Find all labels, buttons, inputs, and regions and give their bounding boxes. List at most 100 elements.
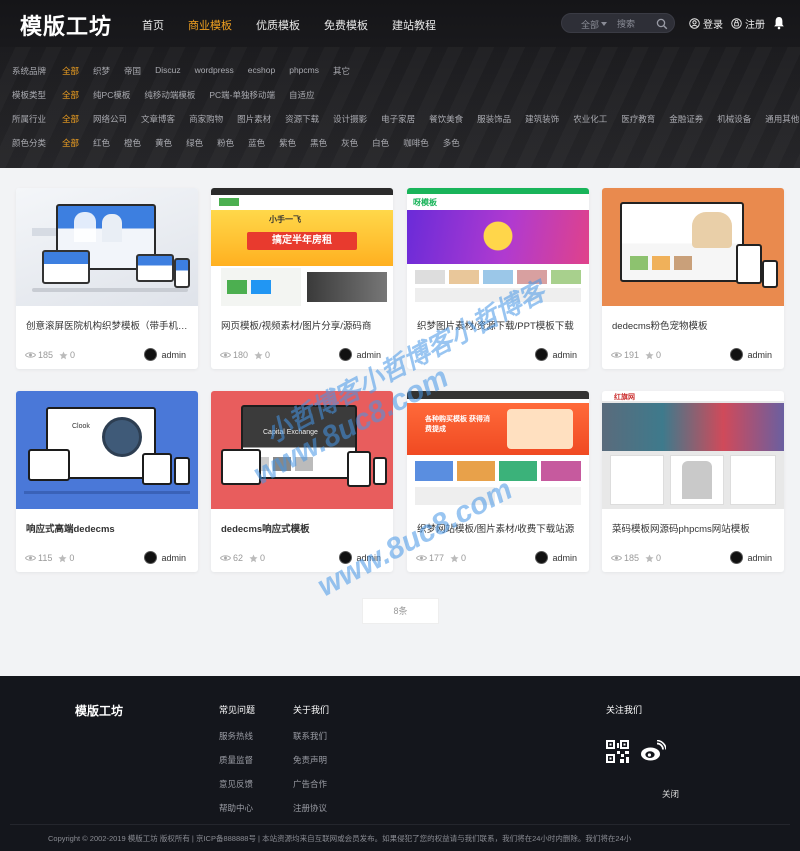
template-card[interactable]: 创意滚屏医院机构织梦模板（带手机端） 185 0 admin — [16, 188, 198, 369]
search-scope-select[interactable]: 全部 — [581, 18, 599, 31]
card-title[interactable]: 网页模板/视频素材/图片分享/源码商 — [221, 318, 385, 332]
filter-option[interactable]: 帝国 — [124, 65, 141, 77]
template-thumbnail[interactable]: Capital Exchange — [211, 391, 393, 509]
filter-option[interactable]: 全部 — [62, 65, 79, 77]
filter-option[interactable]: 粉色 — [217, 137, 234, 149]
filter-option[interactable]: 通用其他 — [765, 113, 799, 125]
footer-link[interactable]: 广告合作 — [293, 778, 329, 790]
filter-option[interactable]: 白色 — [372, 137, 389, 149]
template-card[interactable]: 呀模板 织梦图片素材/资源下载/PPT模板下载 admin — [407, 188, 589, 369]
filter-option[interactable]: 商家购物 — [189, 113, 223, 125]
template-thumbnail[interactable]: 小手一飞 搞定半年房租 — [211, 188, 393, 306]
footer-link[interactable]: 服务热线 — [219, 730, 255, 742]
filter-option[interactable]: 金融证券 — [669, 113, 703, 125]
template-card[interactable]: dedecms粉色宠物模板 191 0 admin — [602, 188, 784, 369]
filter-option[interactable]: 网络公司 — [93, 113, 127, 125]
filter-option[interactable]: 餐饮美食 — [429, 113, 463, 125]
filter-option[interactable]: 资源下载 — [285, 113, 319, 125]
footer-link[interactable]: 免责声明 — [293, 754, 329, 766]
search-input[interactable] — [617, 17, 657, 30]
card-author[interactable]: admin — [730, 551, 772, 564]
filter-option[interactable]: 自适应 — [289, 89, 315, 101]
footer-link[interactable]: 注册协议 — [293, 802, 329, 814]
qr-code-icon[interactable] — [606, 740, 629, 763]
template-card[interactable]: 小手一飞 搞定半年房租 网页模板/视频素材/图片分享/源码商 180 0 adm… — [211, 188, 393, 369]
filter-option[interactable]: 织梦 — [93, 65, 110, 77]
site-logo[interactable]: 模版工坊 — [20, 9, 112, 41]
filter-option[interactable]: 其它 — [333, 65, 350, 77]
card-author[interactable]: admin — [144, 348, 186, 361]
template-card[interactable]: 红旗网 菜码模板网源码phpcms网站模板 185 0 admin — [602, 391, 784, 572]
card-author[interactable]: admin — [535, 551, 577, 564]
pagination-count[interactable]: 8条 — [362, 598, 439, 624]
search-icon[interactable] — [656, 18, 668, 30]
footer-logo[interactable]: 模版工坊 — [75, 702, 123, 719]
filter-option[interactable]: 纯移动端模板 — [144, 89, 195, 101]
filter-option[interactable]: 农业化工 — [573, 113, 607, 125]
template-thumbnail[interactable]: 红旗网 — [602, 391, 784, 509]
template-thumbnail[interactable] — [602, 188, 784, 306]
filter-option[interactable]: 绿色 — [186, 137, 203, 149]
card-author[interactable]: admin — [339, 551, 381, 564]
filter-option[interactable]: 灰色 — [341, 137, 358, 149]
card-title[interactable]: dedecms响应式模板 — [221, 521, 385, 535]
nav-tutorials[interactable]: 建站教程 — [392, 17, 436, 33]
footer-link[interactable]: 帮助中心 — [219, 802, 255, 814]
footer-link[interactable]: 意见反馈 — [219, 778, 255, 790]
nav-quality-templates[interactable]: 优质模板 — [256, 17, 300, 33]
bell-icon[interactable] — [773, 16, 785, 30]
filter-option[interactable]: 全部 — [62, 113, 79, 125]
card-title[interactable]: 响应式高端dedecms — [26, 521, 190, 535]
close-button[interactable]: 关闭 — [662, 788, 679, 800]
nav-business-templates[interactable]: 商业模板 — [188, 17, 232, 33]
filter-option[interactable]: 黑色 — [310, 137, 327, 149]
filter-option[interactable]: 机械设备 — [717, 113, 751, 125]
filter-option[interactable]: 建筑装饰 — [525, 113, 559, 125]
filter-option[interactable]: 图片素材 — [237, 113, 271, 125]
filter-option[interactable]: 橙色 — [124, 137, 141, 149]
filter-option[interactable]: 服装饰品 — [477, 113, 511, 125]
card-title[interactable]: 菜码模板网源码phpcms网站模板 — [612, 521, 776, 535]
footer-link[interactable]: 质量监督 — [219, 754, 255, 766]
filter-option[interactable]: PC端-单独移动端 — [209, 89, 275, 101]
login-link[interactable]: 登录 — [689, 16, 723, 31]
template-thumbnail[interactable] — [16, 188, 198, 306]
template-card[interactable]: Clook 响应式高端dedecms 115 0 admin — [16, 391, 198, 572]
filter-option[interactable]: 紫色 — [279, 137, 296, 149]
chevron-down-icon[interactable] — [601, 22, 607, 26]
template-card[interactable]: Capital Exchange dedecms响应式模板 62 0 admin — [211, 391, 393, 572]
template-thumbnail[interactable]: 呀模板 — [407, 188, 589, 306]
weibo-icon[interactable] — [640, 740, 666, 762]
register-link[interactable]: 注册 — [731, 16, 765, 31]
card-author[interactable]: admin — [535, 348, 577, 361]
filter-option[interactable]: 红色 — [93, 137, 110, 149]
card-title[interactable]: 织梦图片素材/资源下载/PPT模板下载 — [417, 318, 581, 332]
footer-link[interactable]: 联系我们 — [293, 730, 329, 742]
filter-option[interactable]: Discuz — [155, 65, 181, 77]
filter-option[interactable]: 设计摄影 — [333, 113, 367, 125]
filter-option[interactable]: 黄色 — [155, 137, 172, 149]
filter-option[interactable]: 蓝色 — [248, 137, 265, 149]
filter-option[interactable]: 电子家居 — [381, 113, 415, 125]
template-thumbnail[interactable]: Clook — [16, 391, 198, 509]
template-card[interactable]: 各种购买模板 获得消费提成 织梦网站模板/图片素材/收费下载站源 177 0 a… — [407, 391, 589, 572]
filter-option[interactable]: 全部 — [62, 89, 79, 101]
filter-option[interactable]: 全部 — [62, 137, 79, 149]
filter-option[interactable]: 咖啡色 — [403, 137, 429, 149]
filter-option[interactable]: ecshop — [248, 65, 275, 77]
card-title[interactable]: dedecms粉色宠物模板 — [612, 318, 776, 332]
template-thumbnail[interactable]: 各种购买模板 获得消费提成 — [407, 391, 589, 509]
nav-free-templates[interactable]: 免费模板 — [324, 17, 368, 33]
nav-home[interactable]: 首页 — [142, 17, 164, 33]
card-title[interactable]: 创意滚屏医院机构织梦模板（带手机端） — [26, 318, 190, 332]
card-author[interactable]: admin — [339, 348, 381, 361]
filter-option[interactable]: 纯PC模板 — [93, 89, 130, 101]
filter-option[interactable]: 文章博客 — [141, 113, 175, 125]
filter-option[interactable]: 多色 — [443, 137, 460, 149]
card-author[interactable]: admin — [730, 348, 772, 361]
card-title[interactable]: 织梦网站模板/图片素材/收费下载站源 — [417, 521, 581, 535]
card-author[interactable]: admin — [144, 551, 186, 564]
filter-option[interactable]: phpcms — [289, 65, 319, 77]
filter-option[interactable]: 医疗教育 — [621, 113, 655, 125]
filter-option[interactable]: wordpress — [195, 65, 234, 77]
